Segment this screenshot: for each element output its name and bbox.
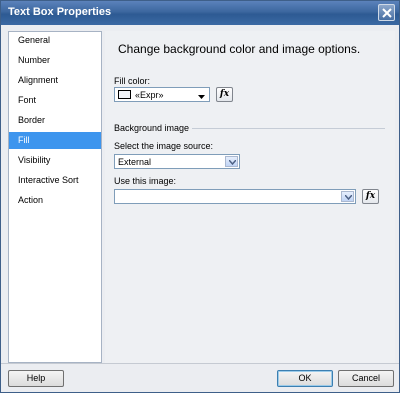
footer-divider bbox=[1, 363, 399, 364]
nav-item-number[interactable]: Number bbox=[9, 52, 101, 69]
chevron-down-icon bbox=[345, 195, 352, 200]
close-button[interactable] bbox=[378, 4, 395, 21]
nav-item-border[interactable]: Border bbox=[9, 112, 101, 129]
nav-item-general[interactable]: General bbox=[9, 32, 101, 49]
ok-button[interactable]: OK bbox=[277, 370, 333, 387]
image-dropdown[interactable] bbox=[114, 189, 356, 204]
image-source-dropdown-button[interactable] bbox=[225, 156, 238, 167]
chevron-down-icon bbox=[229, 160, 236, 165]
chevron-down-icon bbox=[198, 92, 205, 102]
nav-item-alignment[interactable]: Alignment bbox=[9, 72, 101, 89]
dialog-window: Text Box Properties General Number Align… bbox=[0, 0, 400, 393]
cancel-button[interactable]: Cancel bbox=[338, 370, 394, 387]
fill-color-value: «Expr» bbox=[135, 90, 164, 100]
image-source-value: External bbox=[118, 157, 152, 167]
help-button[interactable]: Help bbox=[8, 370, 64, 387]
fill-color-dropdown[interactable]: «Expr» bbox=[114, 87, 210, 102]
image-source-label: Select the image source: bbox=[114, 141, 214, 151]
image-dropdown-button[interactable] bbox=[341, 191, 354, 202]
image-source-dropdown[interactable]: External bbox=[114, 154, 240, 169]
use-image-label: Use this image: bbox=[114, 176, 177, 186]
nav-item-font[interactable]: Font bbox=[9, 92, 101, 109]
fill-color-label: Fill color: bbox=[114, 76, 151, 86]
page-title: Change background color and image option… bbox=[118, 42, 361, 56]
window-title: Text Box Properties bbox=[8, 6, 112, 18]
fill-panel: Change background color and image option… bbox=[105, 31, 395, 363]
image-expression-button[interactable]: fx bbox=[362, 189, 379, 204]
nav-item-action[interactable]: Action bbox=[9, 192, 101, 209]
group-divider bbox=[192, 128, 385, 129]
background-image-group-label: Background image bbox=[114, 123, 190, 133]
color-swatch bbox=[118, 90, 131, 99]
close-icon bbox=[382, 8, 392, 18]
fill-color-expression-button[interactable]: fx bbox=[216, 87, 233, 102]
title-bar[interactable]: Text Box Properties bbox=[1, 1, 399, 25]
nav-item-visibility[interactable]: Visibility bbox=[9, 152, 101, 169]
nav-item-interactive-sort[interactable]: Interactive Sort bbox=[9, 172, 101, 189]
category-list: General Number Alignment Font Border Fil… bbox=[8, 31, 102, 363]
nav-item-fill[interactable]: Fill bbox=[9, 132, 101, 149]
